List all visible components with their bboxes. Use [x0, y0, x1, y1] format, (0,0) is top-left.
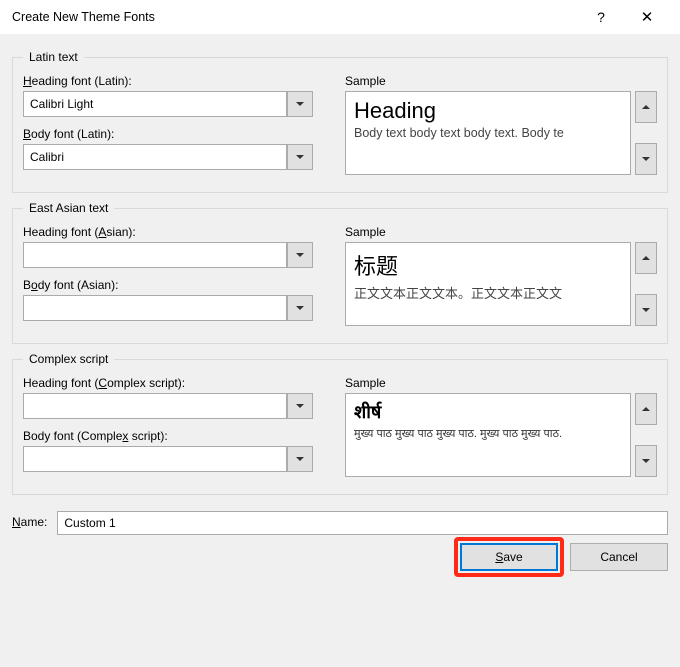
sample-latin-spin-down[interactable] — [635, 143, 657, 175]
name-input[interactable] — [57, 511, 668, 535]
body-font-latin-label: Body font (Latin): — [23, 127, 323, 141]
chevron-up-icon — [642, 105, 650, 109]
help-icon: ? — [597, 9, 605, 25]
close-button[interactable]: ✕ — [624, 2, 670, 32]
heading-font-complex-combo[interactable] — [23, 393, 313, 419]
chevron-up-icon — [642, 407, 650, 411]
dialog-body: Latin text HHeading font (Latin):eading … — [0, 34, 680, 495]
chevron-down-icon — [296, 457, 304, 461]
body-font-complex-label: Body font (Complex script): — [23, 429, 323, 443]
sample-latin-heading: Heading — [354, 98, 622, 124]
help-button[interactable]: ? — [578, 2, 624, 32]
sample-complex-box: शीर्ष मुख्य पाठ मुख्य पाठ मुख्य पाठ. मुख… — [345, 393, 631, 477]
chevron-down-icon — [296, 253, 304, 257]
body-font-complex-value[interactable] — [23, 446, 287, 472]
action-row: Save Cancel — [0, 535, 680, 581]
heading-font-complex-label: Heading font (Complex script): — [23, 376, 323, 390]
sample-asian-spin-up[interactable] — [635, 242, 657, 274]
body-font-asian-dropdown-button[interactable] — [287, 295, 313, 321]
group-latin-legend: Latin text — [23, 50, 84, 64]
heading-font-latin-combo[interactable]: Calibri Light — [23, 91, 313, 117]
body-font-asian-value[interactable] — [23, 295, 287, 321]
chevron-down-icon — [642, 459, 650, 463]
body-font-asian-combo[interactable] — [23, 295, 313, 321]
close-icon: ✕ — [641, 8, 654, 26]
sample-asian-label: Sample — [345, 225, 657, 239]
name-label: Name: — [12, 515, 47, 529]
heading-font-asian-dropdown-button[interactable] — [287, 242, 313, 268]
heading-font-latin-label: HHeading font (Latin):eading font (Latin… — [23, 74, 323, 88]
cancel-button-label: Cancel — [600, 550, 637, 564]
sample-asian-heading: 标题 — [354, 249, 622, 281]
body-font-asian-label: Body font (Asian): — [23, 278, 323, 292]
sample-complex-spin-down[interactable] — [635, 445, 657, 477]
heading-font-latin-dropdown-button[interactable] — [287, 91, 313, 117]
save-button-label-rest: ave — [503, 550, 522, 564]
group-asian-legend: East Asian text — [23, 201, 114, 215]
body-font-latin-value[interactable]: Calibri — [23, 144, 287, 170]
sample-latin-box: Heading Body text body text body text. B… — [345, 91, 631, 175]
sample-asian-spin-down[interactable] — [635, 294, 657, 326]
heading-font-asian-label: Heading font (Asian): — [23, 225, 323, 239]
sample-latin-body: Body text body text body text. Body te — [354, 126, 622, 140]
group-latin: Latin text HHeading font (Latin):eading … — [12, 50, 668, 193]
sample-latin-label: Sample — [345, 74, 657, 88]
dialog-title: Create New Theme Fonts — [10, 10, 578, 24]
sample-complex-body: मुख्य पाठ मुख्य पाठ मुख्य पाठ. मुख्य पाठ… — [354, 426, 622, 441]
group-asian: East Asian text Heading font (Asian): Bo… — [12, 201, 668, 344]
chevron-up-icon — [642, 256, 650, 260]
group-complex: Complex script Heading font (Complex scr… — [12, 352, 668, 495]
body-font-latin-dropdown-button[interactable] — [287, 144, 313, 170]
heading-font-complex-value[interactable] — [23, 393, 287, 419]
save-button[interactable]: Save — [460, 543, 558, 571]
cancel-button[interactable]: Cancel — [570, 543, 668, 571]
chevron-down-icon — [642, 157, 650, 161]
chevron-down-icon — [642, 308, 650, 312]
heading-font-latin-value[interactable]: Calibri Light — [23, 91, 287, 117]
body-font-latin-combo[interactable]: Calibri — [23, 144, 313, 170]
sample-complex-heading: शीर्ष — [354, 400, 622, 424]
heading-font-asian-value[interactable] — [23, 242, 287, 268]
sample-latin-spin-up[interactable] — [635, 91, 657, 123]
chevron-down-icon — [296, 102, 304, 106]
body-font-complex-dropdown-button[interactable] — [287, 446, 313, 472]
heading-font-asian-combo[interactable] — [23, 242, 313, 268]
chevron-down-icon — [296, 306, 304, 310]
name-row: Name: — [0, 501, 680, 535]
heading-font-complex-dropdown-button[interactable] — [287, 393, 313, 419]
sample-asian-body: 正文文本正文文本。正文文本正文文 — [354, 283, 622, 302]
sample-complex-spin-up[interactable] — [635, 393, 657, 425]
body-font-complex-combo[interactable] — [23, 446, 313, 472]
group-complex-legend: Complex script — [23, 352, 114, 366]
chevron-down-icon — [296, 404, 304, 408]
create-theme-fonts-dialog: Create New Theme Fonts ? ✕ Latin text HH… — [0, 0, 680, 667]
titlebar: Create New Theme Fonts ? ✕ — [0, 0, 680, 34]
sample-asian-box: 标题 正文文本正文文本。正文文本正文文 — [345, 242, 631, 326]
chevron-down-icon — [296, 155, 304, 159]
sample-complex-label: Sample — [345, 376, 657, 390]
